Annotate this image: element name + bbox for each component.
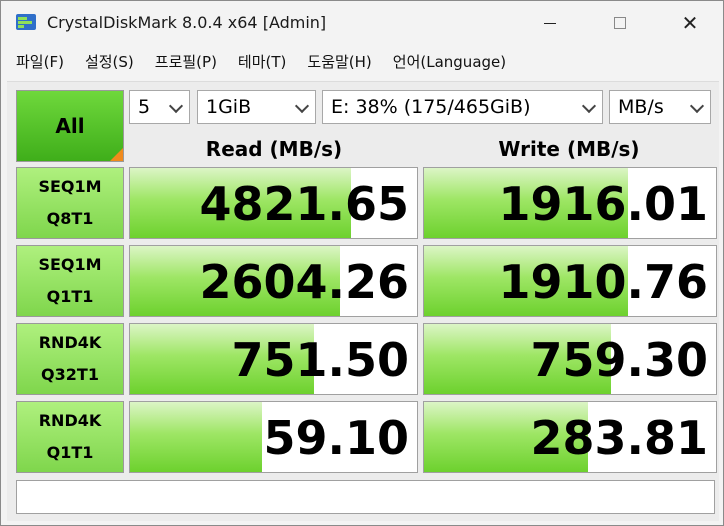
- menu-theme[interactable]: 테마(T): [238, 51, 286, 72]
- test-button-seq1m-q8t1[interactable]: SEQ1M Q8T1: [16, 167, 124, 239]
- read-value: 2604.26: [199, 255, 409, 309]
- close-button[interactable]: ✕: [667, 1, 713, 45]
- write-value: 1910.76: [498, 255, 708, 309]
- test-size-value: 1GiB: [206, 96, 252, 118]
- drive-value: E: 38% (175/465GiB): [331, 96, 531, 118]
- test-button-rnd4k-q1t1[interactable]: RND4K Q1T1: [16, 401, 124, 473]
- write-result-rnd4k-q32t1: 759.30: [423, 323, 717, 395]
- minimize-button[interactable]: [527, 1, 573, 45]
- menu-settings[interactable]: 설정(S): [85, 51, 134, 72]
- menu-profile[interactable]: 프로필(P): [155, 51, 217, 72]
- test-button-line2: Q1T1: [46, 287, 94, 306]
- all-button-label: All: [55, 114, 85, 138]
- chevron-down-icon: [294, 98, 310, 114]
- read-value: 59.10: [263, 411, 409, 465]
- write-value: 1916.01: [498, 177, 708, 231]
- unit-value: MB/s: [618, 96, 664, 118]
- benchmark-panel: All 5 1GiB E: 38% (175/465GiB) MB/s Read…: [7, 81, 719, 521]
- corner-marker-icon: [110, 148, 123, 161]
- comment-field[interactable]: [16, 480, 715, 514]
- menu-bar: 파일(F) 설정(S) 프로필(P) 테마(T) 도움말(H) 언어(Langu…: [1, 47, 723, 75]
- read-bar: [130, 402, 263, 472]
- chevron-down-icon: [689, 98, 705, 114]
- test-size-select[interactable]: 1GiB: [197, 90, 316, 124]
- write-result-seq1m-q1t1: 1910.76: [423, 245, 717, 317]
- menu-help[interactable]: 도움말(H): [307, 51, 371, 72]
- read-value: 751.50: [231, 333, 409, 387]
- test-count-select[interactable]: 5: [129, 90, 190, 124]
- minimize-icon: [544, 22, 556, 24]
- read-result-seq1m-q8t1: 4821.65: [129, 167, 418, 239]
- chevron-down-icon: [581, 98, 597, 114]
- read-result-rnd4k-q1t1: 59.10: [129, 401, 418, 473]
- test-button-line1: SEQ1M: [38, 177, 102, 196]
- test-button-line1: RND4K: [38, 411, 102, 430]
- write-result-rnd4k-q1t1: 283.81: [423, 401, 717, 473]
- chevron-down-icon: [168, 98, 184, 114]
- test-button-line1: RND4K: [38, 333, 102, 352]
- unit-select[interactable]: MB/s: [609, 90, 711, 124]
- test-count-value: 5: [138, 96, 151, 118]
- menu-file[interactable]: 파일(F): [16, 51, 64, 72]
- menu-language[interactable]: 언어(Language): [393, 51, 506, 72]
- read-column-header: Read (MB/s): [205, 137, 343, 161]
- app-window: CrystalDiskMark 8.0.4 x64 [Admin] ✕ 파일(F…: [0, 0, 724, 526]
- test-button-seq1m-q1t1[interactable]: SEQ1M Q1T1: [16, 245, 124, 317]
- all-button[interactable]: All: [16, 90, 124, 162]
- read-result-rnd4k-q32t1: 751.50: [129, 323, 418, 395]
- write-value: 283.81: [530, 411, 708, 465]
- title-bar[interactable]: CrystalDiskMark 8.0.4 x64 [Admin] ✕: [1, 1, 723, 45]
- read-value: 4821.65: [199, 177, 409, 231]
- maximize-icon: [614, 17, 626, 29]
- drive-select[interactable]: E: 38% (175/465GiB): [322, 90, 603, 124]
- write-column-header: Write (MB/s): [498, 137, 640, 161]
- test-button-rnd4k-q32t1[interactable]: RND4K Q32T1: [16, 323, 124, 395]
- close-icon: ✕: [681, 11, 699, 35]
- read-result-seq1m-q1t1: 2604.26: [129, 245, 418, 317]
- write-value: 759.30: [530, 333, 708, 387]
- write-result-seq1m-q8t1: 1916.01: [423, 167, 717, 239]
- test-button-line2: Q1T1: [46, 443, 94, 462]
- test-button-line1: SEQ1M: [38, 255, 102, 274]
- test-button-line2: Q32T1: [41, 365, 99, 384]
- window-title: CrystalDiskMark 8.0.4 x64 [Admin]: [47, 13, 327, 32]
- crystaldiskmark-icon: [16, 14, 36, 30]
- test-button-line2: Q8T1: [46, 209, 94, 228]
- maximize-button[interactable]: [597, 1, 643, 45]
